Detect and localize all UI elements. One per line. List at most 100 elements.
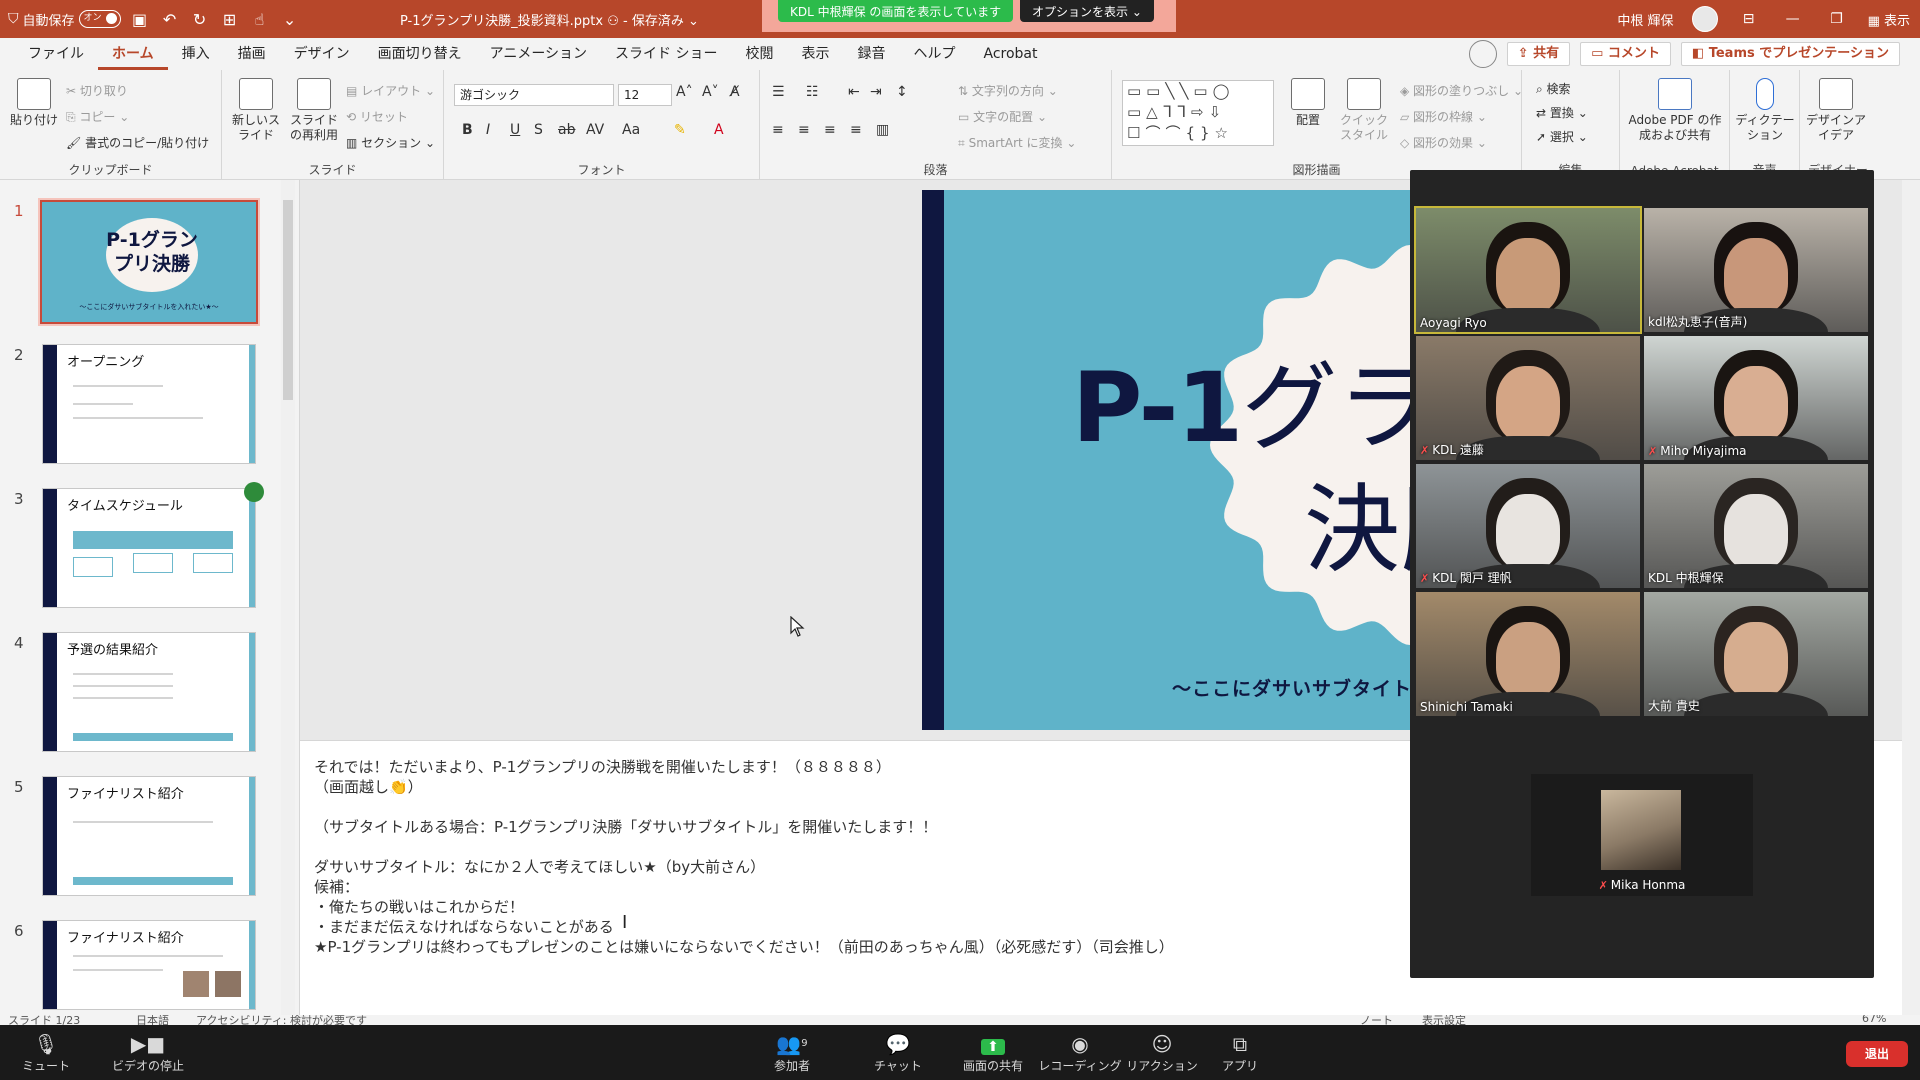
thumbnail-2[interactable]: 2 オープニング	[0, 344, 290, 474]
align-left-icon[interactable]: ≡	[772, 122, 784, 138]
comments-button[interactable]: ▭ コメント	[1580, 42, 1671, 66]
save-icon[interactable]: ▣	[129, 10, 151, 29]
highlight-icon[interactable]: ✎	[674, 122, 686, 138]
mute-button[interactable]: 🎙 ミュート	[8, 1031, 84, 1074]
copy-button[interactable]: ⎘ コピー ⌄	[66, 108, 129, 125]
tab-record[interactable]: 録音	[844, 38, 900, 70]
thumbnail-5[interactable]: 5 ファイナリスト紹介	[0, 776, 290, 906]
text-direction-button[interactable]: ⇅ 文字列の方向 ⌄	[958, 82, 1058, 99]
align-right-icon[interactable]: ≡	[824, 122, 836, 138]
leave-meeting-button[interactable]: 退出	[1846, 1041, 1908, 1067]
autosave-control[interactable]: ⛉ 自動保存 オン	[8, 10, 121, 29]
layout-button[interactable]: ▤ レイアウト ⌄	[346, 82, 435, 99]
arrange-button[interactable]: 配置	[1284, 78, 1332, 128]
participant-tile[interactable]: ✗ Mika Honma	[1531, 774, 1753, 896]
tab-help[interactable]: ヘルプ	[900, 38, 970, 70]
cut-button[interactable]: ✂ 切り取り	[66, 82, 128, 99]
new-slide-button[interactable]: 新しいスライド	[230, 78, 282, 143]
reuse-slides-button[interactable]: スライドの再利用	[286, 78, 342, 143]
thumbnail-4[interactable]: 4 予選の結果紹介	[0, 632, 290, 762]
section-button[interactable]: ▥ セクション ⌄	[346, 134, 435, 151]
create-pdf-button[interactable]: Adobe PDF の作成および共有	[1628, 78, 1722, 143]
document-title[interactable]: P-1グランプリ決勝_投影資料.pptx ⚇ - 保存済み ⌄	[400, 10, 699, 29]
char-spacing-icon[interactable]: AV	[586, 122, 604, 138]
apps-button[interactable]: ⧉ アプリ	[1202, 1031, 1278, 1074]
design-ideas-button[interactable]: デザインアイデア	[1804, 78, 1868, 143]
quick-styles-button[interactable]: クイックスタイル	[1336, 78, 1392, 143]
teams-present-button[interactable]: ◧ Teams でプレゼンテーション	[1680, 42, 1900, 66]
dictate-button[interactable]: ディクテーション	[1734, 78, 1796, 143]
shape-effects-button[interactable]: ◇ 図形の効果 ⌄	[1400, 134, 1487, 151]
underline-icon[interactable]: U	[510, 122, 520, 138]
thumbnail-slide[interactable]: 予選の結果紹介	[42, 632, 256, 752]
select-button[interactable]: ➚ 選択 ⌄	[1536, 128, 1588, 145]
recording-button[interactable]: ◉ レコーディング	[1038, 1031, 1122, 1074]
strikethrough-icon[interactable]: ab	[558, 122, 575, 138]
participant-tile[interactable]: 大前 貴史	[1644, 592, 1868, 716]
smartart-button[interactable]: ⌗ SmartArt に変換 ⌄	[958, 134, 1076, 151]
user-avatar[interactable]	[1691, 6, 1718, 32]
numbering-icon[interactable]: ☷	[806, 84, 819, 100]
zoom-video-panel[interactable]: Aoyagi Ryo kdl松丸恵子(音声) ✗ KDL 遠藤 ✗ Miho Miyaji…	[1410, 170, 1874, 978]
notes-toggle[interactable]: ノート	[1360, 1015, 1393, 1025]
format-painter-button[interactable]: 🖌 書式のコピー/貼り付け	[66, 134, 209, 151]
minimize-icon[interactable]: —	[1780, 11, 1806, 27]
scrollbar-thumb[interactable]	[283, 200, 293, 400]
thumbnail-slide[interactable]: タイムスケジュール	[42, 488, 256, 608]
increase-indent-icon[interactable]: ⇥	[870, 84, 882, 100]
participant-tile[interactable]: kdl松丸恵子(音声)	[1644, 208, 1868, 332]
present-icon[interactable]: ⊞	[219, 10, 241, 29]
participant-tile[interactable]: KDL 中根輝保	[1644, 464, 1868, 588]
participant-tile[interactable]: ✗ KDL 関戸 理帆	[1416, 464, 1640, 588]
touch-mode-icon[interactable]: ☝	[249, 10, 271, 29]
align-text-button[interactable]: ▭ 文字の配置 ⌄	[958, 108, 1047, 125]
align-center-icon[interactable]: ≡	[798, 122, 810, 138]
chat-button[interactable]: 💬 チャット	[860, 1031, 936, 1074]
shrink-font-icon[interactable]: A˅	[702, 84, 719, 100]
thumbnail-slide[interactable]: P-1グランプリ決勝 ～ここにダサいサブタイトルを入れたい★～	[38, 198, 260, 326]
font-name-select[interactable]: 游ゴシック	[454, 84, 614, 106]
find-button[interactable]: ⌕ 検索	[1536, 80, 1571, 97]
clear-format-icon[interactable]: A̸	[730, 84, 740, 100]
notes-scrollbar[interactable]	[1902, 740, 1920, 1015]
shape-fill-button[interactable]: ◈ 図形の塗りつぶし ⌄	[1400, 82, 1523, 99]
thumbnail-3[interactable]: 3 タイムスケジュール	[0, 482, 290, 618]
participant-tile[interactable]: ✗ Miho Miyajima	[1644, 336, 1868, 460]
participants-button[interactable]: 👥9 参加者	[754, 1031, 830, 1074]
stop-video-button[interactable]: ▶■ ビデオの停止	[100, 1031, 196, 1074]
tab-transitions[interactable]: 画面切り替え	[364, 38, 476, 70]
display-settings[interactable]: 表示設定	[1422, 1015, 1466, 1025]
tab-slideshow[interactable]: スライド ショー	[601, 38, 731, 70]
slide-scrollbar[interactable]	[1902, 180, 1920, 740]
tab-draw[interactable]: 描画	[224, 38, 280, 70]
tab-home[interactable]: ホーム	[98, 38, 168, 70]
tab-animations[interactable]: アニメーション	[476, 38, 601, 70]
tab-insert[interactable]: 挿入	[168, 38, 224, 70]
italic-icon[interactable]: I	[486, 122, 490, 138]
thumbnail-slide[interactable]: オープニング	[42, 344, 256, 464]
justify-icon[interactable]: ≡	[850, 122, 862, 138]
tab-review[interactable]: 校閲	[732, 38, 788, 70]
zoom-level[interactable]: 67%	[1862, 1015, 1886, 1025]
tab-view[interactable]: 表示	[788, 38, 844, 70]
reset-button[interactable]: ⟲ リセット	[346, 108, 408, 125]
tab-acrobat[interactable]: Acrobat	[970, 38, 1052, 70]
change-case-icon[interactable]: Aa	[622, 122, 640, 138]
tab-design[interactable]: デザイン	[280, 38, 364, 70]
accessibility-status[interactable]: アクセシビリティ: 検討が必要です	[196, 1015, 367, 1025]
tab-file[interactable]: ファイル	[14, 38, 98, 70]
thumbnail-slide[interactable]: ファイナリスト紹介	[42, 920, 256, 1010]
bold-icon[interactable]: B	[462, 122, 473, 138]
zoom-view-button[interactable]: ▦ 表示	[1868, 10, 1910, 29]
share-button[interactable]: ⇪ 共有	[1506, 42, 1571, 66]
language-indicator[interactable]: 日本語	[136, 1015, 169, 1025]
font-color-icon[interactable]: A	[714, 122, 724, 138]
reaction-button[interactable]: ☺ リアクション	[1122, 1031, 1202, 1074]
font-size-select[interactable]: 12	[618, 84, 672, 106]
autosave-toggle[interactable]: オン	[78, 10, 121, 28]
participant-tile[interactable]: Aoyagi Ryo	[1414, 206, 1642, 334]
grow-font-icon[interactable]: A˄	[676, 84, 693, 100]
line-spacing-icon[interactable]: ↕	[896, 84, 908, 100]
paste-button[interactable]: 貼り付け	[8, 78, 60, 128]
shape-outline-button[interactable]: ▱ 図形の枠線 ⌄	[1400, 108, 1487, 125]
